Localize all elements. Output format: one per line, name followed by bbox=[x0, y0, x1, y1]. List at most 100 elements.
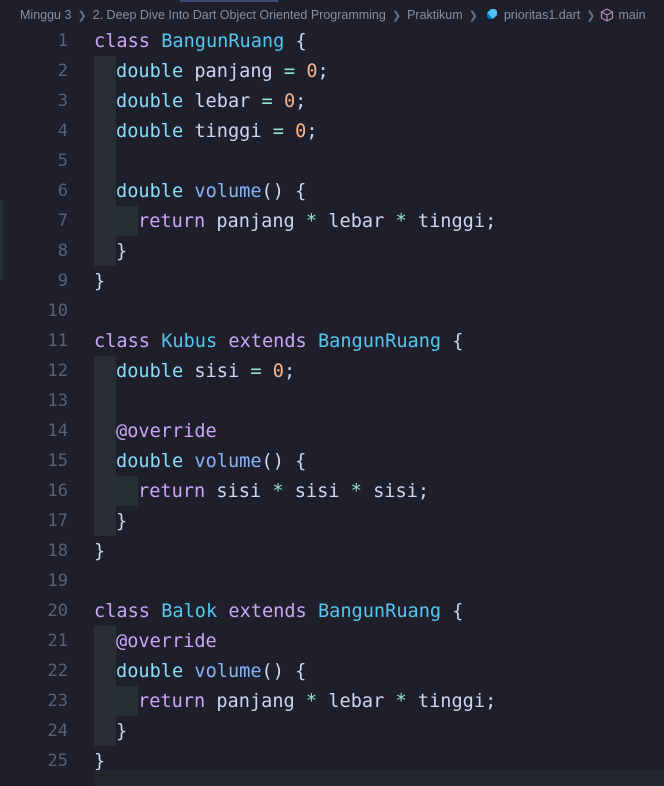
code-token: ; bbox=[306, 120, 318, 142]
line-number: 14 bbox=[47, 421, 68, 441]
code-token: double bbox=[116, 60, 184, 82]
breadcrumb-item-folder[interactable]: 2. Deep Dive Into Dart Object Oriented P… bbox=[91, 8, 388, 22]
code-token: 0 bbox=[283, 90, 296, 112]
code-line[interactable]: 11 class Kubus extends BangunRuang { bbox=[0, 326, 664, 356]
code-token: sisi; bbox=[361, 480, 430, 502]
code-token: = bbox=[283, 60, 296, 82]
code-token: double bbox=[116, 90, 184, 112]
code-text: } bbox=[116, 721, 127, 742]
code-token: sisi bbox=[183, 360, 251, 382]
breadcrumb-item-symbol[interactable]: main bbox=[617, 8, 648, 22]
line-number: 8 bbox=[57, 241, 68, 261]
line-number: 15 bbox=[47, 451, 68, 471]
code-text: return sisi * sisi * sisi; bbox=[138, 481, 429, 502]
code-token: * bbox=[272, 480, 284, 502]
code-line[interactable]: 9} bbox=[0, 266, 664, 296]
code-text: class Kubus extends BangunRuang { bbox=[94, 331, 463, 352]
code-line[interactable]: 15 double volume() { bbox=[0, 446, 664, 476]
code-line[interactable]: 2 double panjang = 0; bbox=[0, 56, 664, 86]
code-line[interactable]: 21 @override bbox=[0, 626, 664, 656]
code-line[interactable]: 17} bbox=[0, 506, 664, 536]
dart-file-icon bbox=[486, 9, 497, 19]
line-number: 24 bbox=[47, 721, 68, 741]
indent-guide bbox=[94, 716, 116, 746]
code-line[interactable]: 20 class Balok extends BangunRuang { bbox=[0, 596, 664, 626]
line-number: 18 bbox=[47, 541, 68, 561]
code-line[interactable]: 19 bbox=[0, 566, 664, 596]
code-token: * bbox=[350, 480, 362, 502]
code-editor[interactable]: 1 class BangunRuang { 2 double panjang = 0;… bbox=[0, 26, 664, 786]
code-token: ; bbox=[295, 90, 307, 112]
indent-guide bbox=[116, 686, 138, 716]
breadcrumb-item-file[interactable]: prioritas1.dart bbox=[502, 8, 582, 22]
code-line[interactable]: 13 bbox=[0, 386, 664, 416]
line-number: 7 bbox=[57, 211, 68, 231]
code-token: panjang bbox=[205, 690, 306, 712]
cube-icon bbox=[600, 8, 613, 22]
breadcrumb-item-minggu[interactable]: Minggu 3 bbox=[0, 8, 73, 22]
line-number: 9 bbox=[57, 271, 68, 291]
code-line[interactable]: 4 double tinggi = 0; bbox=[0, 116, 664, 146]
code-token: tinggi; bbox=[406, 210, 497, 232]
indent-guide bbox=[94, 506, 116, 536]
code-line[interactable]: 23 return panjang * lebar * tinggi; bbox=[0, 686, 664, 716]
code-line[interactable]: 24} bbox=[0, 716, 664, 746]
code-token: } bbox=[116, 240, 128, 262]
code-token: sisi bbox=[283, 480, 351, 502]
code-token: } bbox=[116, 720, 128, 742]
code-token: = bbox=[272, 120, 284, 142]
code-token: } bbox=[94, 540, 106, 562]
active-tab-indicator bbox=[180, 0, 278, 2]
code-token: double bbox=[116, 450, 184, 472]
code-text: } bbox=[94, 751, 105, 772]
code-line[interactable]: 12 double sisi = 0; bbox=[0, 356, 664, 386]
code-line[interactable]: 5 bbox=[0, 146, 664, 176]
code-token: () { bbox=[261, 450, 307, 472]
code-token: ; bbox=[317, 60, 329, 82]
line-number: 19 bbox=[47, 571, 68, 591]
code-line[interactable]: 1 class BangunRuang { bbox=[0, 26, 664, 56]
code-token: } bbox=[94, 750, 106, 772]
code-line[interactable]: 6 double volume() { bbox=[0, 176, 664, 206]
code-token: double bbox=[116, 120, 184, 142]
code-line[interactable]: 14 @override bbox=[0, 416, 664, 446]
indent-guide bbox=[94, 236, 116, 266]
code-text: double volume() { bbox=[116, 661, 306, 682]
indent-guide bbox=[94, 386, 116, 416]
code-token: 0 bbox=[295, 120, 307, 142]
code-token: * bbox=[305, 690, 318, 712]
line-number: 2 bbox=[57, 61, 68, 81]
code-text: double volume() { bbox=[116, 181, 306, 202]
code-line[interactable]: 8} bbox=[0, 236, 664, 266]
code-token: () { bbox=[261, 180, 307, 202]
line-number: 12 bbox=[47, 361, 68, 381]
code-line[interactable]: 10 bbox=[0, 296, 664, 326]
code-line[interactable]: 18} bbox=[0, 536, 664, 566]
code-line[interactable]: 3 double lebar = 0; bbox=[0, 86, 664, 116]
code-text: class BangunRuang { bbox=[94, 31, 307, 52]
indent-guide bbox=[116, 476, 138, 506]
code-token: 0 bbox=[306, 60, 318, 82]
code-line[interactable]: 22 double volume() { bbox=[0, 656, 664, 686]
breadcrumb-item-praktikum[interactable]: Praktikum bbox=[405, 8, 465, 22]
code-line[interactable]: 16 return sisi * sisi * sisi; bbox=[0, 476, 664, 506]
code-token: @override bbox=[116, 420, 217, 442]
code-token: Balok bbox=[161, 600, 218, 622]
code-text: double lebar = 0; bbox=[116, 91, 306, 112]
code-token: lebar bbox=[183, 90, 262, 112]
code-line[interactable]: 7 return panjang * lebar * tinggi; bbox=[0, 206, 664, 236]
indent-guide bbox=[94, 86, 116, 116]
horizontal-scrollbar[interactable] bbox=[94, 770, 664, 786]
line-number: 6 bbox=[57, 181, 68, 201]
code-token: Kubus bbox=[161, 330, 218, 352]
